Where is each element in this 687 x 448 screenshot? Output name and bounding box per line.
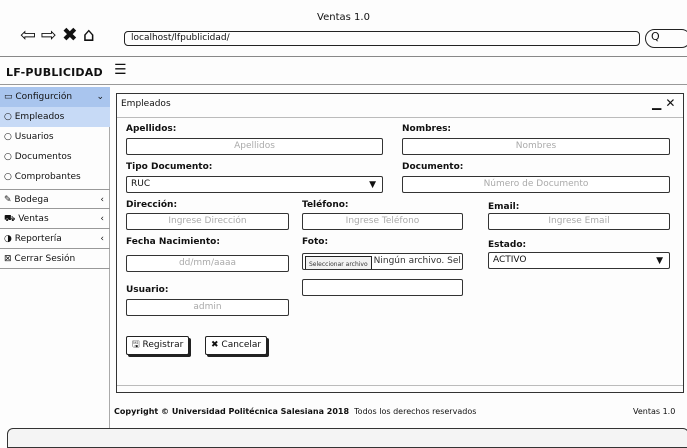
tipo-documento-value: RUC (131, 179, 151, 189)
fecha-nacimiento-label: Fecha Nacimiento: (126, 237, 220, 247)
sidebar-item-comprobantes[interactable]: ○ Comprobantes (0, 167, 110, 187)
sidebar-item-label: Configurción (15, 92, 73, 102)
estado-label: Estado: (488, 240, 527, 250)
search-icon: Q (651, 30, 660, 43)
tipo-documento-label: Tipo Documento: (126, 162, 213, 172)
forward-arrow-icon[interactable]: ⇨ (41, 24, 59, 46)
edit-icon: ✎ (4, 195, 12, 205)
sidebar-item-label: Reportería (14, 234, 62, 244)
fecha-nacimiento-input[interactable]: dd/mm/aaaa (126, 255, 289, 272)
minimize-icon[interactable]: ▁ (652, 96, 661, 110)
sidebar-item-label: Comprobantes (14, 172, 81, 182)
panel-divider (117, 117, 683, 118)
address-bar[interactable]: localhost/lfpublicidad/ (124, 31, 640, 46)
telefono-label: Teléfono: (302, 200, 349, 210)
email-input[interactable]: Ingrese Email (488, 213, 670, 230)
footer: Copyright © Universidad Politécnica Sale… (114, 407, 476, 416)
bottom-bar (7, 428, 687, 448)
close-icon[interactable]: ✕ (665, 96, 675, 110)
header-divider (0, 84, 687, 85)
apellidos-input[interactable]: Apellidos (126, 138, 383, 155)
chevron-down-icon: ⌄ (96, 92, 104, 102)
monitor-icon: ▭ (4, 92, 13, 102)
sidebar-item-bodega[interactable]: ✎ Bodega ‹ (0, 189, 110, 209)
sidebar-item-label: Bodega (14, 195, 49, 205)
registrar-label: Registrar (142, 340, 184, 350)
estado-value: ACTIVO (493, 255, 527, 265)
sidebar-item-empleados[interactable]: ○ Empleados (0, 107, 110, 127)
app-logo: LF-PUBLICIDAD (6, 66, 103, 79)
dropdown-arrow-icon: ▼ (656, 256, 663, 266)
panel-title: Empleados (121, 99, 171, 109)
sidebar-item-label: Documentos (14, 152, 72, 162)
direccion-label: Dirección: (126, 200, 178, 210)
telefono-input[interactable]: Ingrese Teléfono (302, 213, 463, 230)
sidebar: ▭ Configurción ⌄ ○ Empleados ○ Usuarios … (0, 87, 110, 430)
sidebar-item-label: Cerrar Sesión (14, 254, 76, 264)
select-file-button[interactable]: Seleccionar archivo (305, 256, 372, 269)
cart-icon: ⛟ (4, 214, 16, 224)
circle-icon: ○ (4, 132, 12, 142)
window-title: Ventas 1.0 (317, 12, 370, 23)
pie-chart-icon: ◑ (4, 234, 12, 244)
version-text: Ventas 1.0 (633, 407, 676, 416)
sidebar-item-label: Ventas (18, 214, 49, 224)
chevron-left-icon: ‹ (100, 195, 104, 205)
copyright-text: Copyright © Universidad Politécnica Sale… (114, 407, 350, 416)
registrar-button[interactable]: 🖫 Registrar (126, 336, 190, 355)
foto-label: Foto: (302, 237, 329, 247)
chevron-left-icon: ‹ (100, 214, 104, 224)
chrome-divider (0, 56, 687, 57)
direccion-input[interactable]: Ingrese Dirección (126, 213, 289, 230)
usuario-label: Usuario: (126, 285, 169, 295)
usuario-input[interactable]: admin (126, 299, 289, 316)
close-icon: ✖ (211, 340, 219, 350)
back-arrow-icon[interactable]: ⇦ (20, 24, 38, 46)
home-icon[interactable]: ⌂ (83, 24, 97, 46)
circle-icon: ○ (4, 152, 12, 162)
nombres-input[interactable]: Nombres (402, 138, 670, 155)
sidebar-item-ventas[interactable]: ⛟ Ventas ‹ (0, 209, 110, 229)
file-status: Ningún archivo. Sel (373, 256, 461, 266)
panel-controls: ▁ ✕ (652, 96, 675, 110)
sidebar-item-label: Empleados (14, 112, 65, 122)
email-label: Email: (488, 202, 520, 212)
sidebar-item-reporteria[interactable]: ◑ Reportería ‹ (0, 229, 110, 249)
apellidos-label: Apellidos: (126, 124, 177, 134)
search-button[interactable]: Q (645, 29, 687, 48)
dropdown-arrow-icon: ▼ (369, 180, 376, 190)
circle-icon: ○ (4, 112, 12, 122)
sidebar-item-configuracion[interactable]: ▭ Configurción ⌄ (0, 87, 110, 107)
footer-divider (117, 385, 683, 386)
cancelar-button[interactable]: ✖ Cancelar (205, 336, 268, 355)
foto-file-input[interactable]: Seleccionar archivo Ningún archivo. Sel (302, 253, 463, 270)
save-icon: 🖫 (132, 340, 140, 350)
sidebar-item-cerrar-sesion[interactable]: ⊠ Cerrar Sesión (0, 249, 110, 269)
cancelar-label: Cancelar (221, 340, 262, 350)
documento-input[interactable]: Número de Documento (402, 176, 670, 193)
menu-toggle-icon[interactable]: ☰ (114, 62, 127, 78)
foto-preview-box (302, 279, 463, 296)
nombres-label: Nombres: (402, 124, 452, 134)
nav-buttons: ⇦ ⇨ ✖ ⌂ (20, 24, 100, 46)
estado-select[interactable]: ACTIVO ▼ (488, 252, 670, 269)
circle-icon: ○ (4, 172, 12, 182)
sidebar-item-documentos[interactable]: ○ Documentos (0, 147, 110, 167)
close-box-icon: ⊠ (4, 254, 12, 264)
rights-text: Todos los derechos reservados (354, 407, 477, 416)
documento-label: Documento: (402, 162, 464, 172)
chevron-left-icon: ‹ (100, 234, 104, 244)
sidebar-item-usuarios[interactable]: ○ Usuarios (0, 127, 110, 147)
sidebar-item-label: Usuarios (14, 132, 54, 142)
close-icon[interactable]: ✖ (62, 24, 80, 46)
tipo-documento-select[interactable]: RUC ▼ (126, 176, 383, 193)
